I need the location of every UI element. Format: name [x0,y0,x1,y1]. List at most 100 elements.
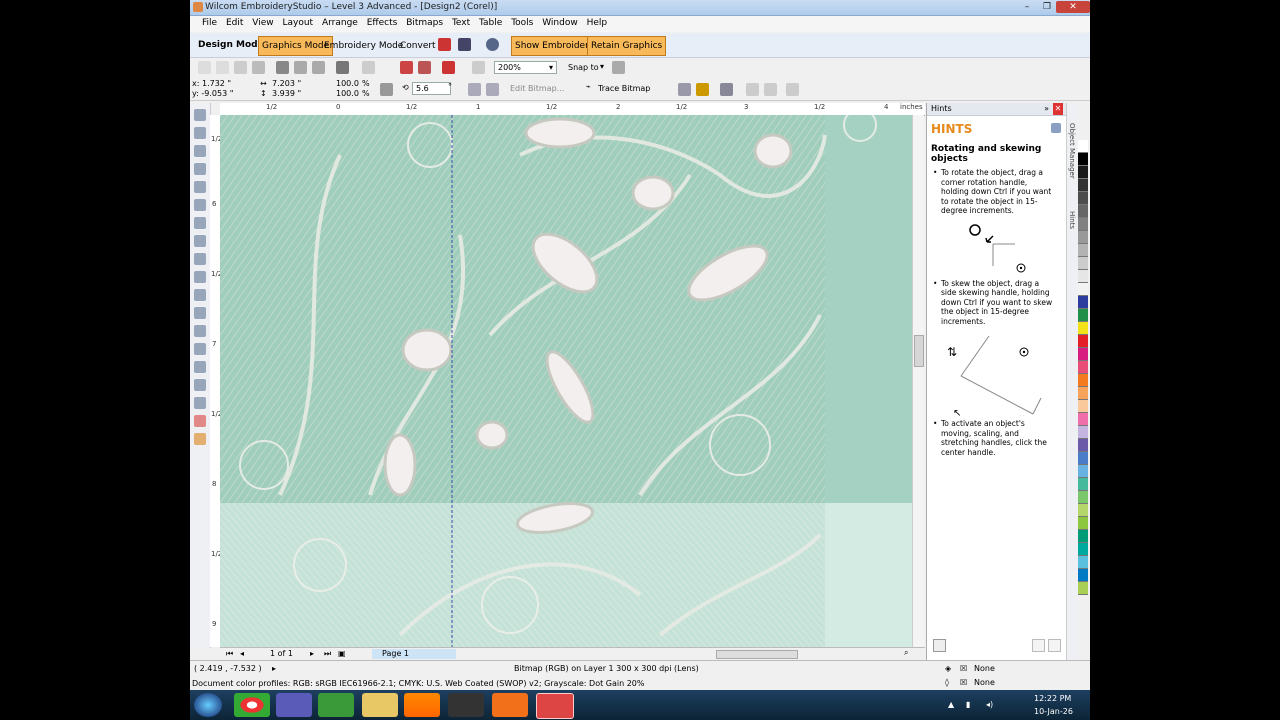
smart-fill-tool-icon[interactable] [194,199,206,211]
menu-edit[interactable]: Edit [226,18,243,28]
page-last-icon[interactable]: ⏭ [324,649,331,659]
mirror-vertical-icon[interactable] [486,83,499,96]
to-front-icon[interactable] [746,83,759,96]
freehand-tool-icon[interactable] [194,181,206,193]
menu-file[interactable]: File [202,18,217,28]
zoom-select[interactable]: 200% ▾ [494,61,557,74]
chrome-icon[interactable] [234,693,270,717]
retain-graphics-button[interactable]: Retain Graphics [587,36,667,56]
palette-swatch[interactable] [1078,504,1088,517]
width-field[interactable]: 7.203 " [272,79,301,88]
app-icon-flame[interactable] [492,693,528,717]
palette-swatch[interactable] [1078,413,1088,426]
embroidery-mode-button[interactable]: Embroidery Mode [320,36,407,56]
palette-swatch[interactable] [1078,491,1088,504]
palette-swatch[interactable] [1078,179,1088,192]
page-first-icon[interactable]: ⏮ [226,649,233,659]
menu-arrange[interactable]: Arrange [322,18,358,28]
scale-x-field[interactable]: 100.0 [336,79,359,88]
palette-swatch[interactable] [1078,452,1088,465]
lock-ratio-icon[interactable] [380,83,393,96]
file-explorer-icon[interactable] [362,693,398,717]
palette-swatch[interactable] [1078,218,1088,231]
volume-icon[interactable]: ◂) [986,700,993,709]
to-back-icon[interactable] [764,83,777,96]
palette-swatch[interactable] [1078,335,1088,348]
hints-forward-icon[interactable] [1048,639,1061,652]
fill-tool-icon[interactable] [194,415,206,427]
palette-swatch[interactable] [1078,374,1088,387]
blend-tool-icon[interactable] [194,361,206,373]
palette-swatch[interactable] [1078,244,1088,257]
open-icon[interactable] [216,61,229,74]
application-launcher-icon[interactable] [442,61,455,74]
page-next-icon[interactable]: ▸ [310,649,314,658]
add-page-icon[interactable]: ▣ [338,649,346,658]
menu-bitmaps[interactable]: Bitmaps [406,18,443,28]
save-icon[interactable] [234,61,247,74]
camera-icon[interactable] [458,38,471,51]
palette-swatch[interactable] [1078,517,1088,530]
menu-text[interactable]: Text [452,18,470,28]
x-position-field[interactable]: x: 1.732 " [192,79,231,88]
menu-effects[interactable]: Effects [367,18,398,28]
expand-docker-icon[interactable]: » [1044,103,1049,115]
globe-icon[interactable] [486,38,499,51]
pick-tool-icon[interactable] [194,109,206,121]
horizontal-scrollbar[interactable] [716,650,798,659]
clock-time[interactable]: 12:22 PM [1034,694,1071,703]
status-arrow-icon[interactable]: ▸ [272,664,276,673]
welcome-icon[interactable] [472,61,485,74]
edit-bitmap-button[interactable]: Edit Bitmap... [510,84,564,93]
basic-shapes-tool-icon[interactable] [194,271,206,283]
menu-window[interactable]: Window [542,18,578,28]
crop-icon[interactable] [678,83,691,96]
color-palette[interactable] [1078,140,1088,640]
palette-swatch[interactable] [1078,140,1088,153]
snap-to-label[interactable]: Snap to [568,63,599,72]
palette-swatch[interactable] [1078,205,1088,218]
palette-swatch[interactable] [1078,582,1088,595]
copy-icon[interactable] [294,61,307,74]
zoom-icon[interactable]: ⌕ [904,648,908,658]
resample-icon[interactable] [696,83,709,96]
page-prev-icon[interactable]: ◂ [240,649,244,658]
dimension-tool-icon[interactable] [194,325,206,337]
palette-swatch[interactable] [1078,153,1088,166]
convert-icon[interactable] [438,38,451,51]
table-tool-icon[interactable] [194,307,206,319]
object-manager-tab[interactable]: Object Manager [1068,123,1076,179]
bitmap-color-mask-icon[interactable] [720,83,733,96]
rotation-angle-field[interactable]: 5.6 [412,82,451,95]
network-icon[interactable]: ▮ [966,700,970,709]
menu-layout[interactable]: Layout [282,18,313,28]
palette-swatch[interactable] [1078,283,1088,296]
connector-tool-icon[interactable] [194,343,206,355]
tray-arrow-icon[interactable]: ▲ [948,700,954,709]
clock-date[interactable]: 10-Jan-26 [1034,707,1073,716]
shape-tool-icon[interactable] [194,127,206,139]
menu-view[interactable]: View [252,18,273,28]
show-embroidery-button[interactable]: Show Embroidery [511,36,599,56]
close-docker-icon[interactable]: ✕ [1053,103,1063,115]
vertical-scrollbar[interactable] [912,115,924,647]
palette-swatch[interactable] [1078,231,1088,244]
outline-tool-icon[interactable] [194,397,206,409]
crop-tool-icon[interactable] [194,145,206,157]
new-icon[interactable] [198,61,211,74]
rectangle-tool-icon[interactable] [194,217,206,229]
hints-home-icon[interactable] [933,639,946,652]
vlc-icon[interactable] [404,693,440,717]
minimize-icon[interactable]: – [1016,1,1038,13]
start-button-icon[interactable] [194,693,222,717]
embroiderystudio-icon[interactable] [536,693,574,719]
height-field[interactable]: 3.939 " [272,89,301,98]
embroidery-bitmap[interactable] [220,115,912,647]
cut-icon[interactable] [276,61,289,74]
app-icon-a[interactable] [276,693,312,717]
text-tool-icon[interactable] [194,289,206,301]
eyedropper-tool-icon[interactable] [194,379,206,391]
menu-tools[interactable]: Tools [511,18,533,28]
scroll-thumb[interactable] [914,335,924,367]
palette-swatch[interactable] [1078,530,1088,543]
